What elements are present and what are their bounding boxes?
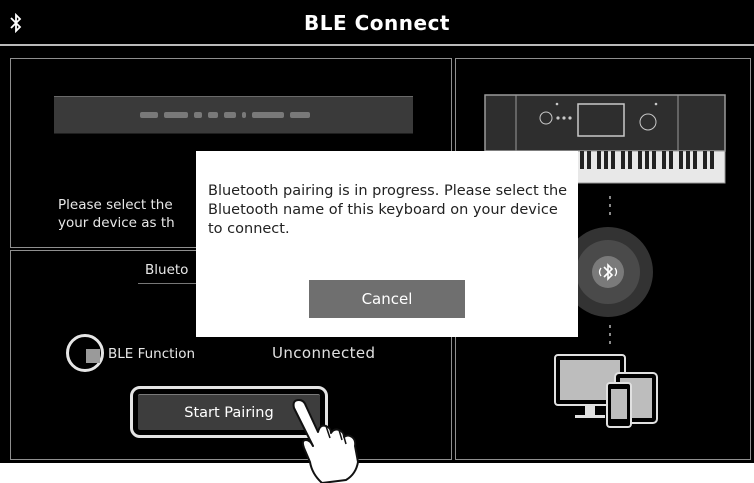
page-title: BLE Connect (304, 11, 450, 35)
pairing-instruction: Please select the your device as th (58, 196, 175, 232)
instruction-line-1: Please select the (58, 197, 173, 213)
dialog-message: Bluetooth pairing is in progress. Please… (208, 183, 568, 237)
section-divider (138, 283, 200, 284)
connector-dot (609, 333, 611, 336)
ble-function-checkbox[interactable] (86, 349, 100, 363)
device-name-blurred (140, 112, 326, 118)
connector-dot (609, 341, 611, 344)
bluetooth-section-label: Blueto (145, 262, 189, 278)
ble-function-label: BLE Function (108, 346, 196, 362)
pointing-hand-icon (292, 399, 359, 483)
cancel-button[interactable]: Cancel (309, 280, 465, 318)
connector-dot (609, 325, 611, 328)
connector-dot (609, 204, 611, 207)
connection-status: Unconnected (272, 344, 376, 362)
bluetooth-signal-icon (592, 256, 624, 288)
bluetooth-icon (598, 263, 618, 281)
connector-dot (609, 212, 611, 215)
title-bar: BLE Connect (0, 0, 754, 46)
pairing-dialog: Bluetooth pairing is in progress. Please… (196, 151, 578, 337)
device-name-field (54, 96, 413, 134)
connector-dot (609, 196, 611, 199)
devices-icon (554, 354, 658, 428)
instruction-line-2: your device as th (58, 215, 175, 231)
